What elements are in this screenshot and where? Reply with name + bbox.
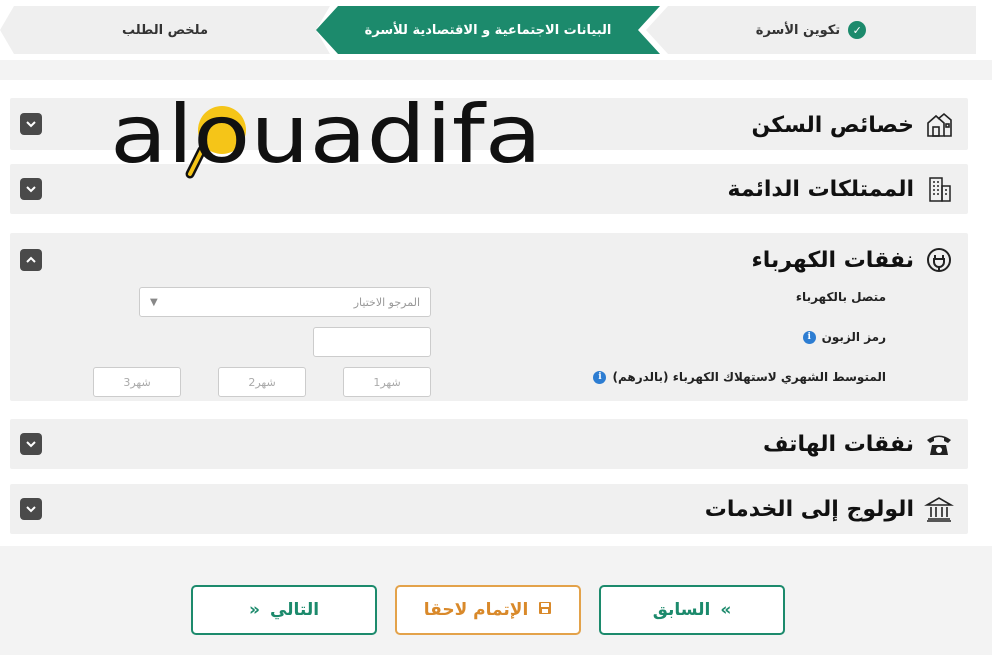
step-social-economic[interactable]: البيانات الاجتماعية و الاقتصادية للأسرة [316,6,660,54]
house-icon [924,110,954,140]
next-button-label: التالي [269,600,320,620]
section-phone[interactable]: نفقات الهاتف [10,419,968,469]
section-electricity-title: نفقات الكهرباء [751,247,914,273]
collapse-chevron-icon[interactable] [20,249,42,271]
info-icon[interactable]: i [593,370,607,384]
section-electricity: نفقات الكهرباء متصل بالكهرباء المرجو الا… [10,233,968,401]
customer-code-label: رمز الزبون i [802,330,886,344]
section-services[interactable]: الولوج إلى الخدمات [10,484,968,534]
step-family[interactable]: تكوين الأسرة ✓ [646,6,976,54]
previous-button[interactable]: » السابق [599,585,785,635]
section-property-title: الممتلكات الدائمة [727,176,914,202]
svg-text:alouadifa: alouadifa [110,92,542,181]
average-consumption-label: المتوسط الشهري لاستهلاك الكهرباء (بالدره… [593,370,886,384]
check-circle-icon: ✓ [848,21,867,39]
step-summary-label: ملخص الطلب [121,22,209,38]
connected-label: متصل بالكهرباء [795,290,886,304]
save-later-button[interactable]: الإتمام لاحقا [395,585,581,635]
next-button[interactable]: التالي « [191,585,377,635]
institution-icon [924,494,954,524]
save-icon [538,600,552,620]
section-phone-title: نفقات الهاتف [762,431,914,457]
progress-stepper: ملخص الطلب البيانات الاجتماعية و الاقتصا… [0,0,992,60]
double-chevron-left-icon: « [248,600,260,620]
section-services-title: الولوج إلى الخدمات [704,496,914,522]
step-family-label: تكوين الأسرة [755,22,841,38]
month-1-input[interactable]: شهر1 [343,367,431,397]
dropdown-arrow-icon: ▼ [150,296,158,308]
month-2-input[interactable]: شهر2 [218,367,306,397]
double-chevron-right-icon: » [720,600,732,620]
save-later-button-label: الإتمام لاحقا [423,600,529,620]
building-icon [924,174,954,204]
step-summary[interactable]: ملخص الطلب [0,6,330,54]
plug-icon [924,245,954,275]
phone-icon [924,429,954,459]
info-icon[interactable]: i [802,330,816,344]
expand-chevron-icon[interactable] [20,178,42,200]
month-3-input[interactable]: شهر3 [93,367,181,397]
customer-code-input[interactable] [313,327,431,357]
previous-button-label: السابق [652,600,711,620]
expand-chevron-icon[interactable] [20,433,42,455]
expand-chevron-icon[interactable] [20,498,42,520]
connected-select[interactable]: المرجو الاختيار ▼ [139,287,431,317]
expand-chevron-icon[interactable] [20,113,42,135]
section-housing-title: خصائص السكن [751,112,914,138]
step-social-label: البيانات الاجتماعية و الاقتصادية للأسرة [364,22,612,38]
alouadifa-watermark-logo: alouadifa [110,92,542,181]
connected-select-placeholder: المرجو الاختيار [353,295,420,309]
